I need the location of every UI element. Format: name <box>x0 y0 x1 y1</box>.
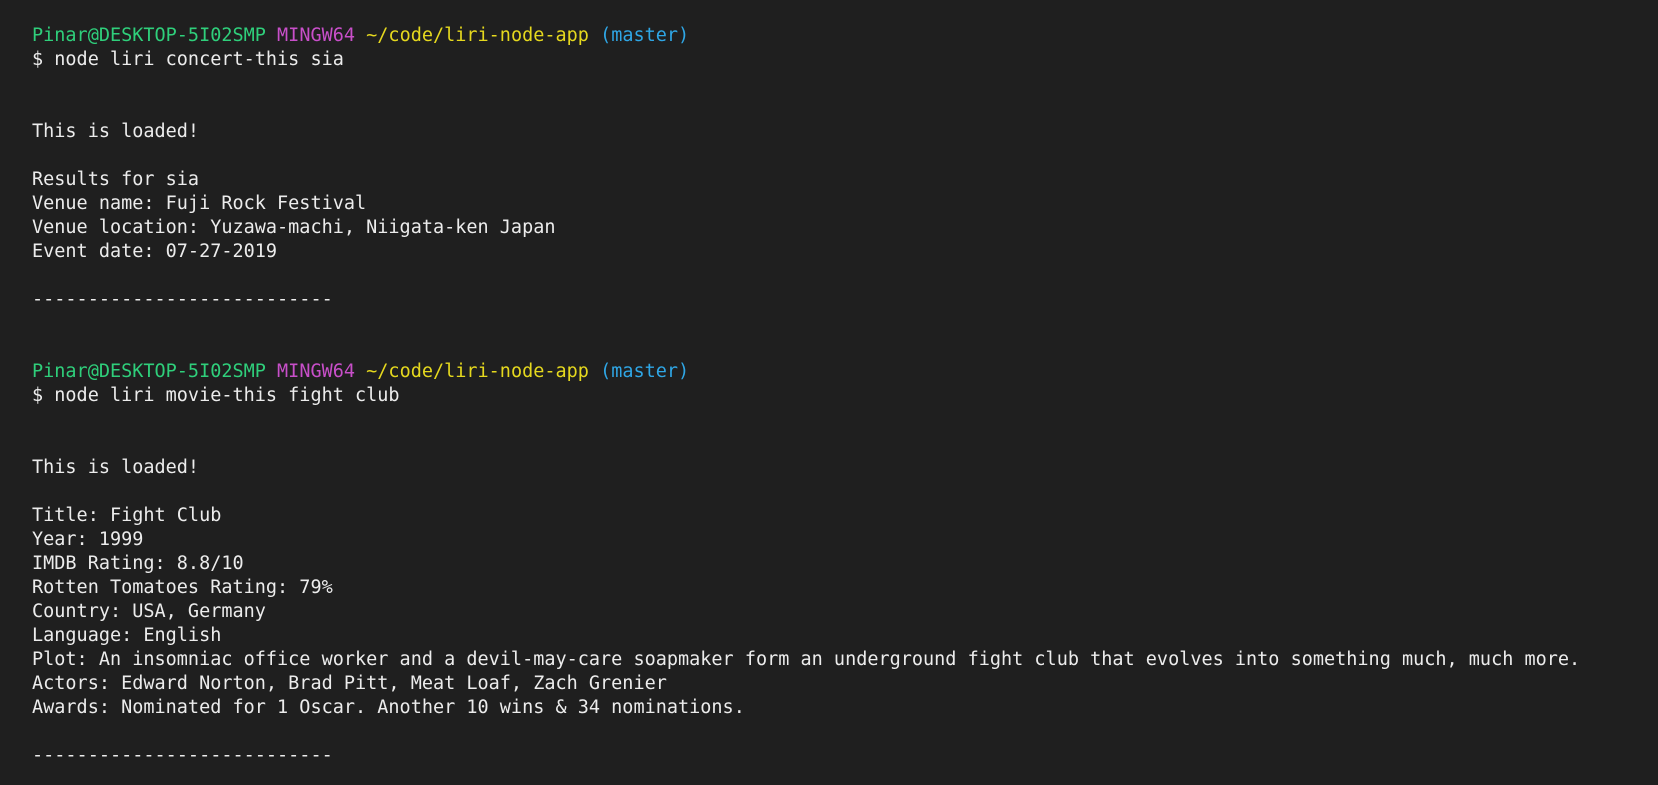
prompt-branch: (master) <box>600 361 690 382</box>
prompt-line: Pinar@DESKTOP-5I02SMP MINGW64 ~/code/lir… <box>32 24 1658 48</box>
prompt-shell: MINGW64 <box>277 25 356 46</box>
output-line: Title: Fight Club <box>32 505 222 526</box>
output-line: Year: 1999 <box>32 529 144 550</box>
prompt-path: ~/code/liri-node-app <box>366 25 589 46</box>
output-line: IMDB Rating: 8.8/10 <box>32 553 244 574</box>
output-line: Results for sia <box>32 169 200 190</box>
output-line: Country: USA, Germany <box>32 601 266 622</box>
output-line: Actors: Edward Norton, Brad Pitt, Meat L… <box>32 673 667 694</box>
prompt-path: ~/code/liri-node-app <box>366 361 589 382</box>
prompt-shell: MINGW64 <box>277 361 356 382</box>
prompt-branch: (master) <box>600 25 690 46</box>
output-line: Awards: Nominated for 1 Oscar. Another 1… <box>32 697 745 718</box>
command-line: $ node liri movie-this fight club <box>32 385 400 406</box>
terminal-window[interactable]: Pinar@DESKTOP-5I02SMP MINGW64 ~/code/lir… <box>0 0 1658 785</box>
session-movie: Pinar@DESKTOP-5I02SMP MINGW64 ~/code/lir… <box>32 360 1658 768</box>
command-line: $ node liri concert-this sia <box>32 49 344 70</box>
prompt-user-host: Pinar@DESKTOP-5I02SMP <box>32 361 266 382</box>
loaded-message: This is loaded! <box>32 457 200 478</box>
output-line: Venue location: Yuzawa-machi, Niigata-ke… <box>32 217 556 238</box>
output-line: Language: English <box>32 625 222 646</box>
output-line: Event date: 07-27-2019 <box>32 241 278 262</box>
session-concert: Pinar@DESKTOP-5I02SMP MINGW64 ~/code/lir… <box>32 24 1658 360</box>
prompt-line: Pinar@DESKTOP-5I02SMP MINGW64 ~/code/lir… <box>32 360 1658 384</box>
output-line: Rotten Tomatoes Rating: 79% <box>32 577 333 598</box>
separator-line: --------------------------- <box>32 745 333 766</box>
prompt-user-host: Pinar@DESKTOP-5I02SMP <box>32 25 266 46</box>
output-line: Plot: An insomniac office worker and a d… <box>32 649 1581 670</box>
loaded-message: This is loaded! <box>32 121 200 142</box>
separator-line: --------------------------- <box>32 289 333 310</box>
output-line: Venue name: Fuji Rock Festival <box>32 193 367 214</box>
